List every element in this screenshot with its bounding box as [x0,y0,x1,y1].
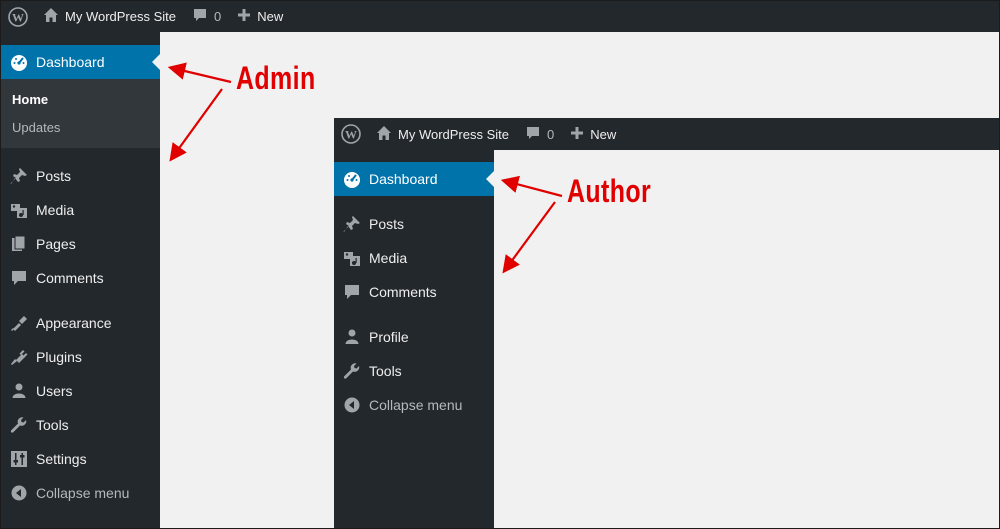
admin-toolbar: W My WordPress Site 0 New [1,1,999,32]
wordpress-logo-icon[interactable]: W [1,1,35,32]
menu-users-label: Users [36,383,73,399]
pages-icon [9,234,29,254]
menu-appearance[interactable]: Appearance [1,306,160,340]
wordpress-logo-icon[interactable]: W [334,118,368,150]
menu-dashboard[interactable]: Dashboard [1,45,160,79]
dashboard-submenu: Home Updates [1,79,160,148]
menu-appearance-label: Appearance [36,315,112,331]
menu-comments-label: Comments [369,284,437,300]
menu-plugins-label: Plugins [36,349,82,365]
comment-bubble-icon [9,268,29,288]
new-content-link[interactable]: New [229,1,291,32]
wrench-icon [342,361,362,381]
menu-pages[interactable]: Pages [1,227,160,261]
author-sidebar: Dashboard Posts Media Comments Profile T… [334,150,494,529]
menu-comments-label: Comments [36,270,104,286]
menu-pages-label: Pages [36,236,76,252]
menu-posts-label: Posts [369,216,405,232]
comments-link[interactable]: 0 [184,1,229,32]
user-icon [342,327,362,347]
author-view: W My WordPress Site 0 New Dashboard Post… [334,118,1000,529]
wrench-icon [9,415,29,435]
menu-collapse[interactable]: Collapse menu [1,476,160,510]
collapse-arrow-icon [9,483,29,503]
settings-sliders-icon [9,449,29,469]
submenu-updates[interactable]: Updates [1,113,160,141]
menu-posts-label: Posts [36,168,72,184]
menu-comments[interactable]: Comments [334,275,494,309]
menu-dashboard-label: Dashboard [36,54,105,70]
menu-settings[interactable]: Settings [1,442,160,476]
dashboard-gauge-icon [9,52,29,72]
pushpin-icon [342,214,362,234]
menu-profile-label: Profile [369,329,409,345]
menu-collapse-label: Collapse menu [369,397,463,413]
menu-plugins[interactable]: Plugins [1,340,160,374]
comment-bubble-icon [342,282,362,302]
comments-count: 0 [214,9,222,24]
author-annotation-label: Author [567,173,652,209]
author-toolbar: W My WordPress Site 0 New [334,118,1000,150]
comment-bubble-icon [525,125,547,144]
menu-collapse-label: Collapse menu [36,485,130,501]
dashboard-gauge-icon [342,169,362,189]
menu-posts[interactable]: Posts [1,159,160,193]
plugin-icon [9,347,29,367]
site-name-link[interactable]: My WordPress Site [368,119,517,150]
submenu-home[interactable]: Home [1,85,160,113]
menu-users[interactable]: Users [1,374,160,408]
admin-sidebar: Dashboard Home Updates Posts Media Pages… [1,32,160,528]
media-icon [342,248,362,268]
site-name: My WordPress Site [65,9,177,24]
svg-text:W: W [12,10,24,24]
comment-bubble-icon [192,7,214,26]
new-label: New [257,9,284,24]
user-icon [9,381,29,401]
admin-annotation-label: Admin [236,60,316,96]
home-icon [43,7,65,26]
menu-profile[interactable]: Profile [334,320,494,354]
plus-icon [570,126,590,143]
menu-media[interactable]: Media [334,241,494,275]
site-name: My WordPress Site [398,126,510,142]
menu-tools-label: Tools [369,363,402,379]
pushpin-icon [9,166,29,186]
menu-tools[interactable]: Tools [334,354,494,388]
menu-comments[interactable]: Comments [1,261,160,295]
appearance-brush-icon [9,313,29,333]
menu-media[interactable]: Media [1,193,160,227]
comments-count: 0 [547,126,555,142]
menu-media-label: Media [369,250,408,266]
new-label: New [590,126,617,142]
new-content-link[interactable]: New [562,119,624,150]
collapse-arrow-icon [342,395,362,415]
menu-dashboard[interactable]: Dashboard [334,162,494,196]
menu-tools[interactable]: Tools [1,408,160,442]
menu-dashboard-label: Dashboard [369,171,438,187]
menu-media-label: Media [36,202,75,218]
menu-settings-label: Settings [36,451,87,467]
menu-collapse[interactable]: Collapse menu [334,388,494,422]
plus-icon [237,8,257,25]
svg-text:W: W [345,128,357,142]
site-name-link[interactable]: My WordPress Site [35,1,184,32]
home-icon [376,125,398,144]
menu-tools-label: Tools [36,417,69,433]
media-icon [9,200,29,220]
menu-posts[interactable]: Posts [334,207,494,241]
comments-link[interactable]: 0 [517,119,562,150]
